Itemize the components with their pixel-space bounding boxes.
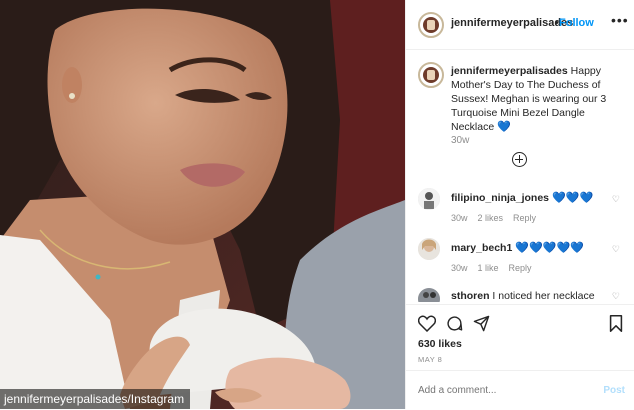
comment-avatar[interactable] <box>418 288 440 302</box>
follow-button[interactable]: Follow <box>559 17 594 29</box>
likes-count[interactable]: 630 likes <box>418 338 462 350</box>
more-options-icon[interactable]: ••• <box>611 12 629 28</box>
comment-time[interactable]: 30w <box>451 213 468 223</box>
comment-text: 💙💙💙 <box>549 192 594 204</box>
post-panel: jennifermeyerpalisades • Follow ••• jenn… <box>405 0 634 409</box>
comment-avatar[interactable] <box>418 238 440 260</box>
comment-likes[interactable]: 2 likes <box>478 213 504 223</box>
comment-username[interactable]: mary_bech1 <box>451 242 512 254</box>
load-more-comments-icon[interactable] <box>512 152 527 167</box>
add-comment-bar: Post <box>406 370 634 410</box>
post-comment-button[interactable]: Post <box>603 385 625 396</box>
comment-icon[interactable] <box>446 315 463 332</box>
post-photo[interactable]: jennifermeyerpalisades/Instagram <box>0 0 405 409</box>
comment-username[interactable]: filipino_ninja_jones <box>451 192 549 204</box>
caption-time[interactable]: 30w <box>451 135 469 146</box>
heart-icon[interactable] <box>418 315 436 332</box>
share-icon[interactable] <box>473 315 490 332</box>
blue-heart-emoji: 💙 <box>497 121 511 133</box>
caption-username[interactable]: jennifermeyerpalisades <box>451 65 568 77</box>
comment-text: I noticed her necklace <box>489 290 595 302</box>
comment-like-icon[interactable]: ♡ <box>612 244 620 255</box>
add-comment-input[interactable] <box>418 385 588 396</box>
comment-reply-button[interactable]: Reply <box>509 263 532 273</box>
photo-illustration <box>0 0 405 409</box>
comment-item: sthoren I noticed her necklace ♡ <box>418 288 628 302</box>
comment-avatar[interactable] <box>418 188 440 210</box>
comment-text: 💙💙💙💙💙 <box>512 242 584 254</box>
comment-time[interactable]: 30w <box>451 263 468 273</box>
comment-reply-button[interactable]: Reply <box>513 213 536 223</box>
comment-meta: 30w 1 like Reply <box>451 263 542 273</box>
caption-avatar[interactable] <box>418 62 444 88</box>
post-date: MAY 8 <box>418 355 443 364</box>
instagram-post: jennifermeyerpalisades/Instagram jennife… <box>0 0 634 409</box>
post-header: jennifermeyerpalisades • Follow ••• <box>406 0 634 50</box>
comment-likes[interactable]: 1 like <box>478 263 499 273</box>
header-avatar[interactable] <box>418 12 444 38</box>
post-actions: 630 likes MAY 8 Post <box>406 304 634 409</box>
comment-meta: 30w 2 likes Reply <box>451 213 546 223</box>
bookmark-icon[interactable] <box>609 315 623 332</box>
caption-text: jennifermeyerpalisades Happy Mother's Da… <box>451 64 626 134</box>
comment-like-icon[interactable]: ♡ <box>612 194 620 205</box>
comment-username[interactable]: sthoren <box>451 290 490 302</box>
photo-credit: jennifermeyerpalisades/Instagram <box>0 389 191 409</box>
comment-like-icon[interactable]: ♡ <box>612 291 620 302</box>
